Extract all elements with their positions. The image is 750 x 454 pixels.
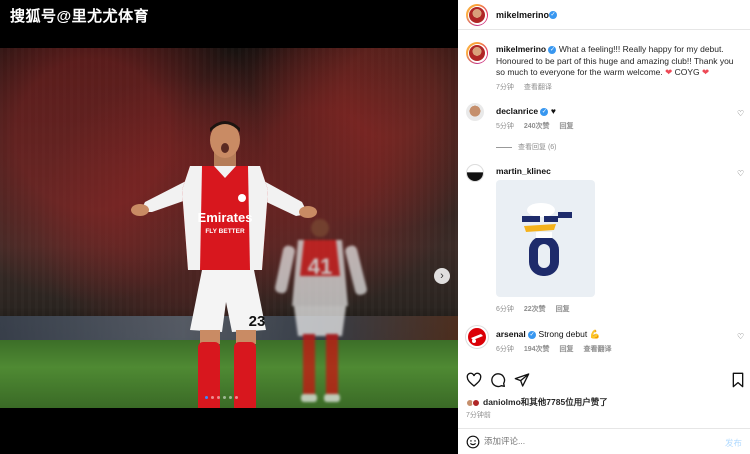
comment-username[interactable]: declanrice [496, 106, 538, 116]
comment-like-icon[interactable]: ♡ [737, 109, 745, 118]
watermark-text: 搜狐号@里尤尤体育 [10, 8, 150, 25]
comment-translate-link[interactable]: 查看翻译 [583, 346, 611, 353]
likes-summary: daniolmo和其他7785位用户赞了 [466, 396, 608, 408]
comment-username[interactable]: martin_klinec [496, 166, 551, 176]
comment-likes[interactable]: 194次赞 [524, 346, 550, 353]
likes-username[interactable]: daniolmo [483, 397, 521, 407]
post-comment-button[interactable]: 发布 [725, 437, 742, 449]
likes-rest[interactable]: 和其他7785位用户赞了 [521, 397, 608, 407]
carousel-dots [205, 396, 238, 399]
add-comment-bar: 发布 [458, 428, 750, 454]
caption-tail: COYG [674, 67, 700, 77]
share-send-icon[interactable] [514, 372, 530, 388]
post-photo[interactable]: 41 Emirates FLY BETTER 23 › [0, 48, 458, 408]
carousel-dot [223, 396, 226, 399]
emoji-smiley-icon[interactable] [466, 435, 480, 449]
caption-username[interactable]: mikelmerino [496, 44, 546, 54]
comment-reply-button[interactable]: 回复 [556, 306, 570, 313]
comment-like-icon[interactable]: ♡ [737, 169, 745, 178]
view-replies-link[interactable]: 查看回复 (6) [496, 142, 565, 152]
red-heart-icon: ❤ [665, 67, 673, 77]
author-avatar[interactable] [466, 4, 488, 26]
caption: mikelmerino ✓ What a feeling!!! Really h… [496, 44, 741, 79]
shorts-number: 23 [249, 313, 266, 330]
main-player-figure: Emirates FLY BETTER 23 [131, 121, 317, 408]
comment-body: arsenal ✓ Strong debut 💪 [496, 329, 600, 340]
comment-like-icon[interactable]: ♡ [737, 332, 745, 341]
like-heart-icon[interactable] [466, 372, 482, 388]
verified-badge-icon: ✓ [540, 107, 549, 116]
comment-text: ♥ [550, 106, 556, 116]
carousel-dot [235, 396, 238, 399]
arsenal-avatar[interactable] [466, 326, 488, 348]
comment-body: martin_klinec [496, 166, 551, 176]
comment-username[interactable]: arsenal [496, 329, 526, 339]
comment-time: 5分钟 [496, 123, 514, 130]
caption-translate-link[interactable]: 查看翻译 [524, 84, 552, 91]
shirt-sponsor-sub: FLY BETTER [205, 228, 245, 235]
post-header: mikelmerino ✓ [458, 0, 750, 30]
comment-meta: 6分钟 194次赞 回复 查看翻译 [496, 344, 611, 354]
commenter-avatar[interactable] [466, 103, 484, 121]
author-username[interactable]: mikelmerino [496, 10, 549, 20]
shirt-sponsor: Emirates [198, 210, 253, 225]
comment-time: 6分钟 [496, 306, 514, 313]
sticker-graphic [522, 203, 572, 276]
verified-badge-icon: ✓ [549, 11, 557, 19]
carousel-dot [205, 396, 208, 399]
comment-time: 6分钟 [496, 346, 514, 353]
comment-sticker-image[interactable] [496, 180, 595, 297]
comment-input[interactable] [484, 436, 704, 446]
liker-avatar[interactable] [472, 398, 480, 407]
post-action-bar [458, 368, 750, 390]
comment-likes[interactable]: 22次赞 [524, 306, 546, 313]
verified-badge-icon: ✓ [528, 330, 537, 339]
red-heart-icon: ❤ [702, 67, 710, 77]
caption-meta: 7分钟 查看翻译 [496, 82, 560, 92]
commenter-avatar[interactable] [466, 164, 484, 182]
next-slide-button[interactable]: › [434, 268, 450, 284]
post-media-area: 搜狐号@里尤尤体育 41 Emirates FLY BETTER 23 › [0, 0, 458, 454]
arsenal-cannon-icon [471, 334, 483, 343]
comment-meta: 6分钟 22次赞 回复 [496, 304, 570, 314]
carousel-dot [229, 396, 232, 399]
verified-badge-icon: ✓ [548, 45, 557, 54]
carousel-dot [211, 396, 214, 399]
post-side-panel: mikelmerino ✓ mikelmerino ✓ What a feeli… [458, 0, 750, 454]
caption-author-avatar[interactable] [466, 42, 488, 64]
save-bookmark-icon[interactable] [730, 372, 746, 388]
caption-time: 7分钟 [496, 84, 514, 91]
comment-reply-button[interactable]: 回复 [560, 123, 574, 130]
post-timestamp: 7分钟前 [466, 412, 491, 419]
comment-likes[interactable]: 240次赞 [524, 123, 550, 130]
comment-text: Strong debut 💪 [538, 329, 601, 339]
comment-body: declanrice ✓ ♥ [496, 106, 556, 116]
carousel-dot [217, 396, 220, 399]
comment-meta: 5分钟 240次赞 回复 [496, 121, 574, 131]
view-replies-label: 查看回复 (6) [518, 144, 557, 151]
comment-reply-button[interactable]: 回复 [560, 346, 574, 353]
comment-bubble-icon[interactable] [490, 372, 506, 388]
